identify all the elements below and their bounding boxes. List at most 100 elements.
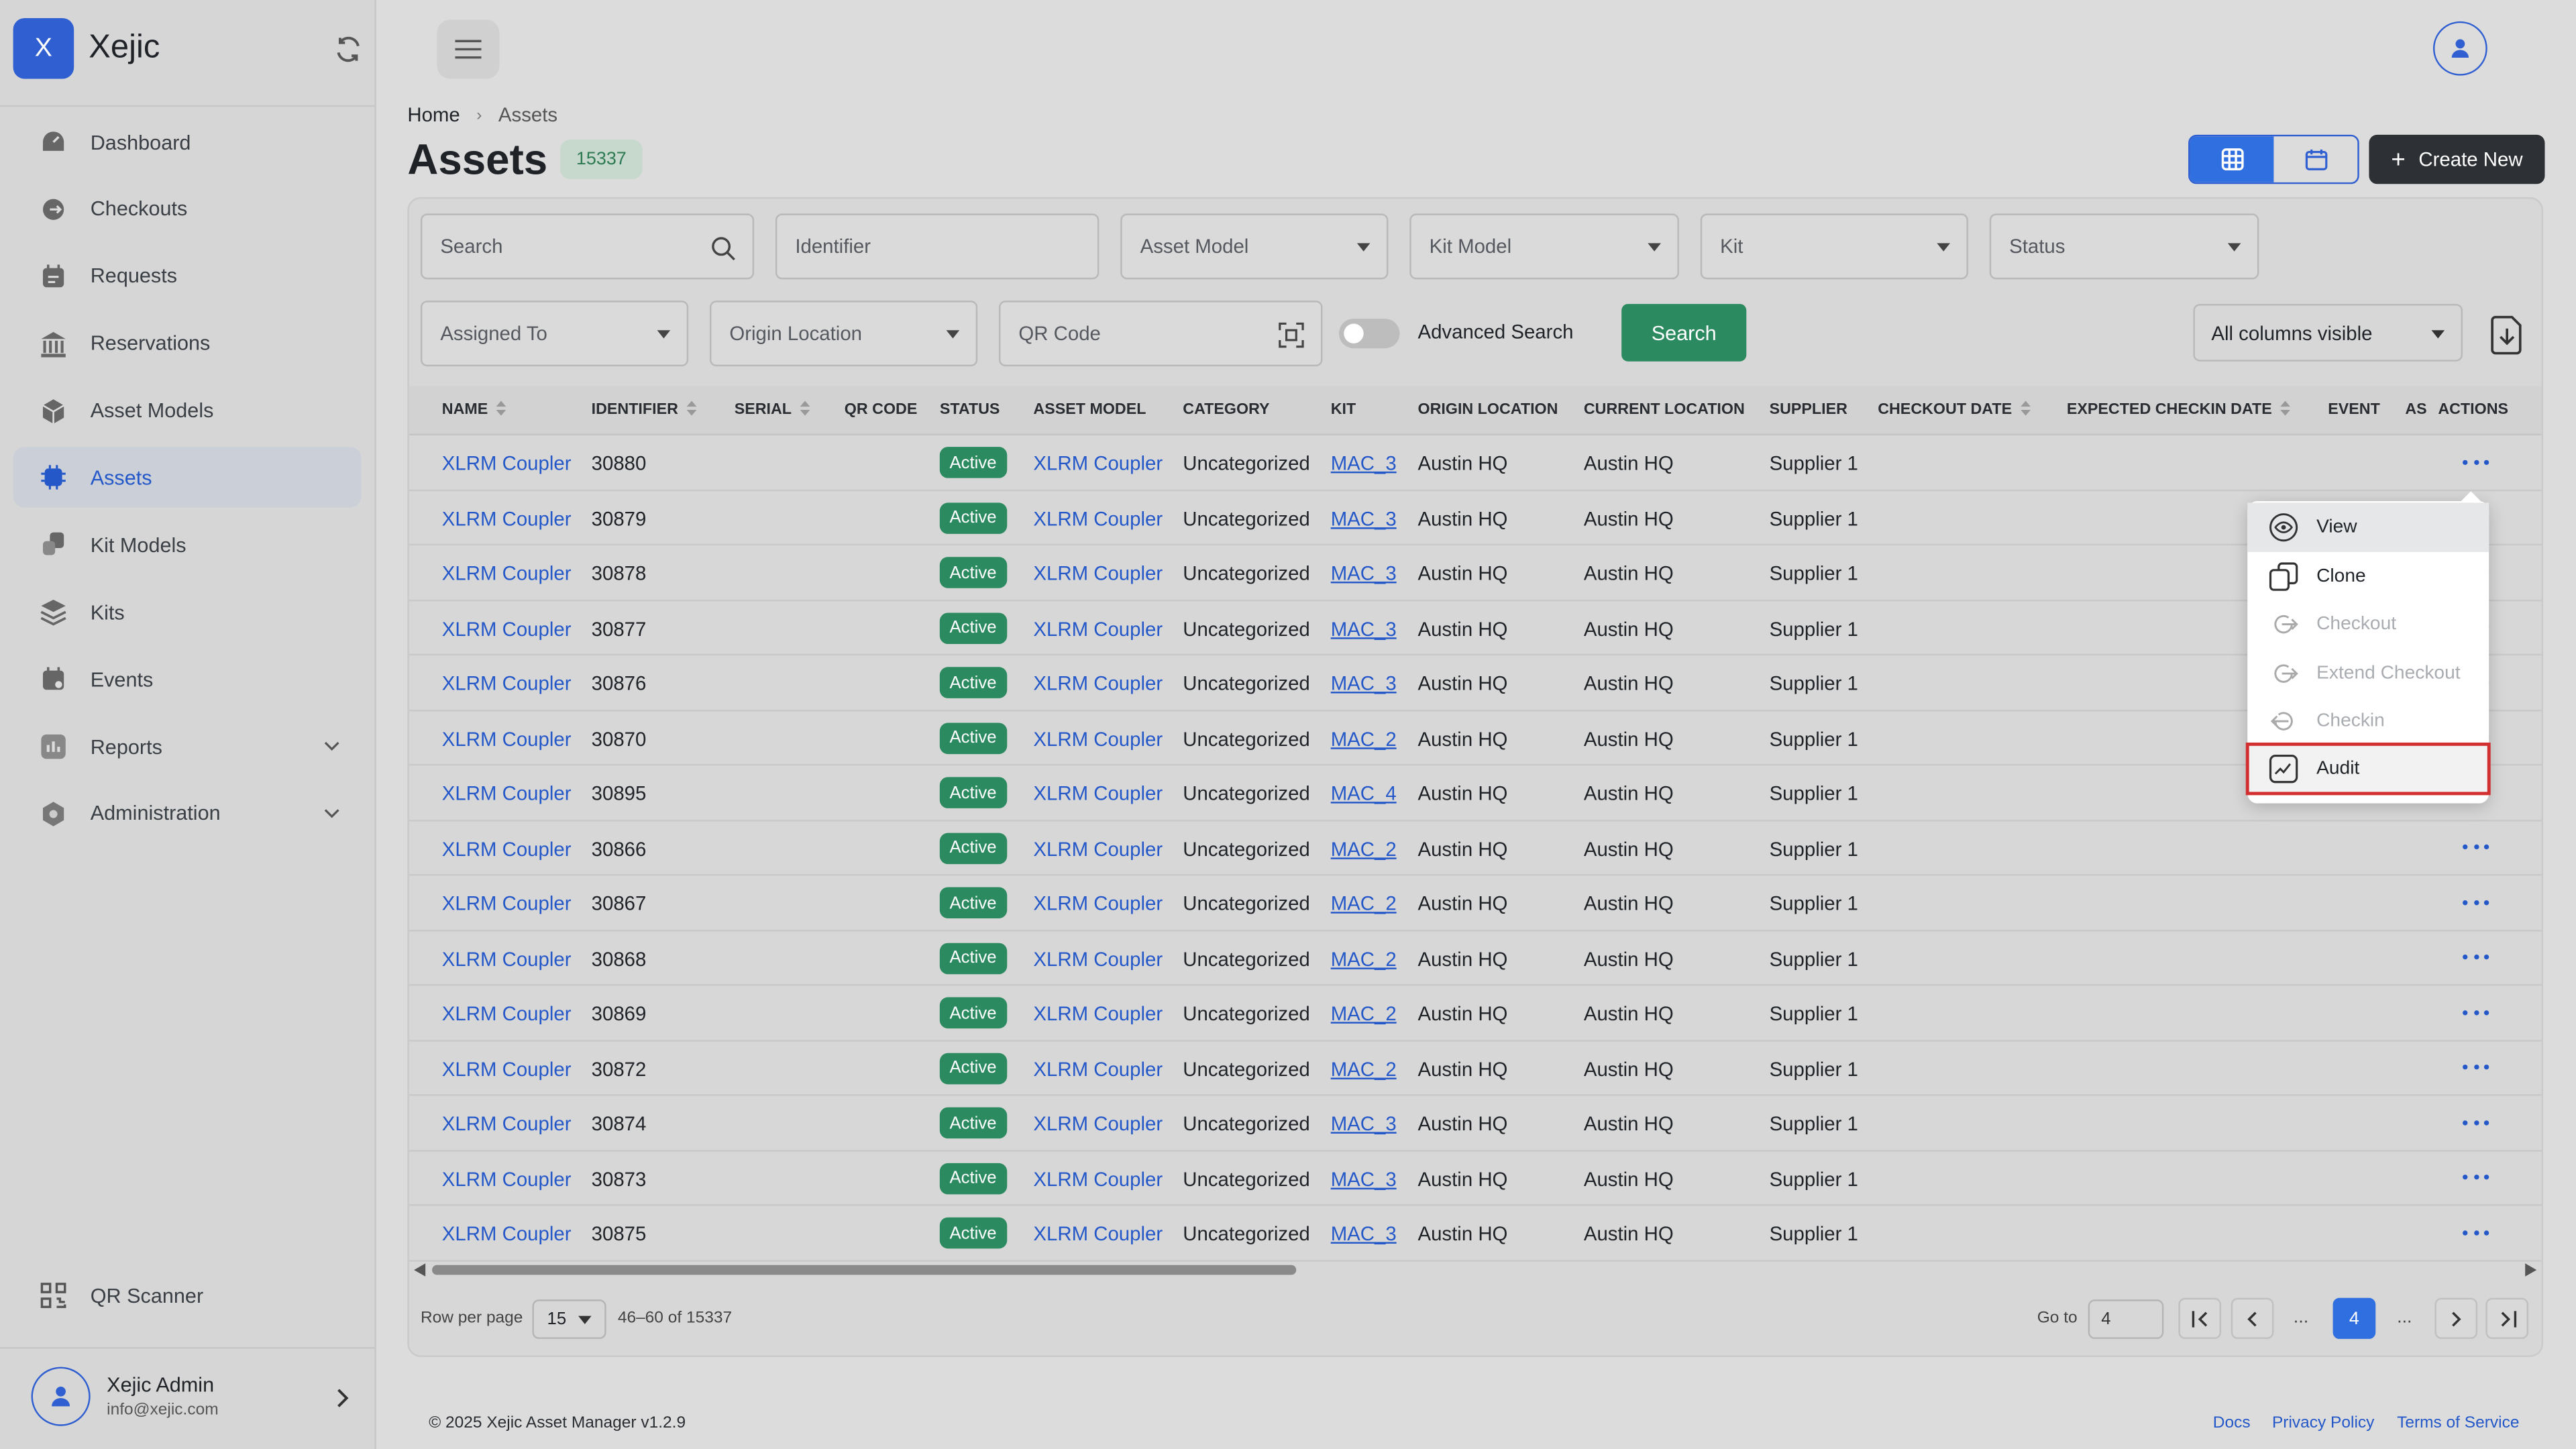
sort-icon[interactable] [2280,400,2290,416]
asset-model-link[interactable]: XLRM Coupler [1033,617,1163,640]
sidebar-item-events[interactable]: Events [13,649,362,710]
asset-model-select[interactable]: Asset Model [1120,213,1389,280]
next-page-button[interactable] [2434,1297,2478,1339]
sidebar-item-qr-scanner[interactable]: QR Scanner [40,1281,203,1309]
refresh-icon[interactable] [332,33,365,66]
kit-link[interactable]: MAC_2 [1331,837,1397,860]
qr-scan-icon[interactable] [1278,322,1304,348]
column-header-identifier[interactable]: IDENTIFIER [592,400,696,419]
row-actions-button[interactable] [2463,1000,2489,1023]
asset-model-link[interactable]: XLRM Coupler [1033,782,1163,805]
asset-model-link[interactable]: XLRM Coupler [1033,1222,1163,1245]
asset-name-link[interactable]: XLRM Coupler [442,837,572,860]
kit-link[interactable]: MAC_3 [1331,1167,1397,1190]
assigned-to-select[interactable]: Assigned To [420,301,689,367]
asset-name-link[interactable]: XLRM Coupler [442,617,572,640]
asset-model-link[interactable]: XLRM Coupler [1033,507,1163,530]
kit-link[interactable]: MAC_4 [1331,782,1397,805]
advanced-search-toggle[interactable] [1338,319,1400,349]
rows-per-page-select[interactable]: 15 [532,1299,606,1339]
menu-item-clone[interactable]: Clone [2247,552,2489,600]
sort-icon[interactable] [496,400,506,416]
kit-link[interactable]: MAC_3 [1331,672,1397,695]
sort-icon[interactable] [2020,400,2031,416]
asset-model-link[interactable]: XLRM Coupler [1033,892,1163,915]
sidebar-item-asset-models[interactable]: Asset Models [13,380,362,441]
asset-model-link[interactable]: XLRM Coupler [1033,1167,1163,1190]
asset-model-link[interactable]: XLRM Coupler [1033,1112,1163,1135]
asset-name-link[interactable]: XLRM Coupler [442,782,572,805]
kit-link[interactable]: MAC_3 [1331,451,1397,474]
asset-model-link[interactable]: XLRM Coupler [1033,451,1163,474]
asset-model-link[interactable]: XLRM Coupler [1033,1057,1163,1080]
asset-model-link[interactable]: XLRM Coupler [1033,672,1163,695]
column-header-checkout-date[interactable]: CHECKOUT DATE [1878,400,2031,419]
kit-link[interactable]: MAC_2 [1331,1057,1397,1080]
sidebar-item-kits[interactable]: Kits [13,582,362,643]
kit-link[interactable]: MAC_2 [1331,1002,1397,1025]
asset-name-link[interactable]: XLRM Coupler [442,672,572,695]
chevron-down-icon[interactable] [322,803,341,822]
grid-view-button[interactable] [2190,136,2274,182]
row-actions-button[interactable] [2463,1111,2489,1134]
asset-name-link[interactable]: XLRM Coupler [442,1112,572,1135]
kit-link[interactable]: MAC_3 [1331,562,1397,585]
user-profile[interactable]: Xejic Admin info@xejic.com [31,1366,360,1426]
horizontal-scrollbar[interactable] [409,1260,2542,1279]
kit-link[interactable]: MAC_3 [1331,1112,1397,1135]
asset-name-link[interactable]: XLRM Coupler [442,1222,572,1245]
identifier-input[interactable]: Identifier [775,213,1099,280]
asset-model-link[interactable]: XLRM Coupler [1033,727,1163,750]
menu-item-audit[interactable]: Audit [2245,742,2491,795]
terms-of-service-link[interactable]: Terms of Service [2397,1415,2519,1433]
privacy-policy-link[interactable]: Privacy Policy [2272,1415,2374,1433]
sort-icon[interactable] [686,400,696,416]
row-actions-button[interactable] [2463,450,2489,473]
asset-model-link[interactable]: XLRM Coupler [1033,947,1163,970]
row-actions-button[interactable] [2463,1055,2489,1078]
sort-icon[interactable] [800,400,810,416]
hamburger-menu-button[interactable] [437,19,500,79]
chevron-right-icon[interactable] [330,1387,353,1409]
kit-link[interactable]: MAC_3 [1331,617,1397,640]
asset-name-link[interactable]: XLRM Coupler [442,892,572,915]
docs-link[interactable]: Docs [2213,1415,2251,1433]
row-actions-button[interactable] [2463,890,2489,913]
scrollbar-thumb[interactable] [432,1265,1297,1275]
sidebar-item-reports[interactable]: Reports [13,716,362,777]
asset-model-link[interactable]: XLRM Coupler [1033,837,1163,860]
asset-name-link[interactable]: XLRM Coupler [442,727,572,750]
asset-name-link[interactable]: XLRM Coupler [442,451,572,474]
kit-link[interactable]: MAC_2 [1331,947,1397,970]
asset-name-link[interactable]: XLRM Coupler [442,947,572,970]
column-header-serial[interactable]: SERIAL [735,400,810,419]
first-page-button[interactable] [2178,1297,2222,1339]
column-header-expected-checkin-date[interactable]: EXPECTED CHECKIN DATE [2067,400,2290,419]
page-button-current[interactable]: 4 [2332,1297,2376,1339]
row-actions-button[interactable] [2463,945,2489,968]
sidebar-item-reservations[interactable]: Reservations [13,313,362,374]
sidebar-item-administration[interactable]: Administration [13,784,362,845]
asset-name-link[interactable]: XLRM Coupler [442,1167,572,1190]
search-input[interactable]: Search [420,213,755,280]
brand[interactable]: X Xejic [13,17,160,79]
chevron-down-icon[interactable] [322,736,341,755]
last-page-button[interactable] [2485,1297,2529,1339]
row-actions-button[interactable] [2463,835,2489,858]
asset-model-link[interactable]: XLRM Coupler [1033,1002,1163,1025]
sidebar-item-assets[interactable]: Assets [13,447,362,508]
origin-location-select[interactable]: Origin Location [709,301,978,367]
account-avatar-button[interactable] [2432,21,2487,76]
columns-visibility-select[interactable]: All columns visible [2193,304,2463,362]
asset-name-link[interactable]: XLRM Coupler [442,507,572,530]
calendar-view-button[interactable] [2273,136,2357,182]
breadcrumb-home[interactable]: Home [407,103,460,126]
column-header-name[interactable]: NAME [442,400,506,419]
export-icon[interactable] [2487,314,2527,357]
search-button[interactable]: Search [1621,304,1747,362]
asset-name-link[interactable]: XLRM Coupler [442,1057,572,1080]
asset-model-link[interactable]: XLRM Coupler [1033,562,1163,585]
create-new-button[interactable]: + Create New [2369,134,2545,184]
kit-link[interactable]: MAC_2 [1331,727,1397,750]
menu-item-view[interactable]: View [2247,502,2489,551]
